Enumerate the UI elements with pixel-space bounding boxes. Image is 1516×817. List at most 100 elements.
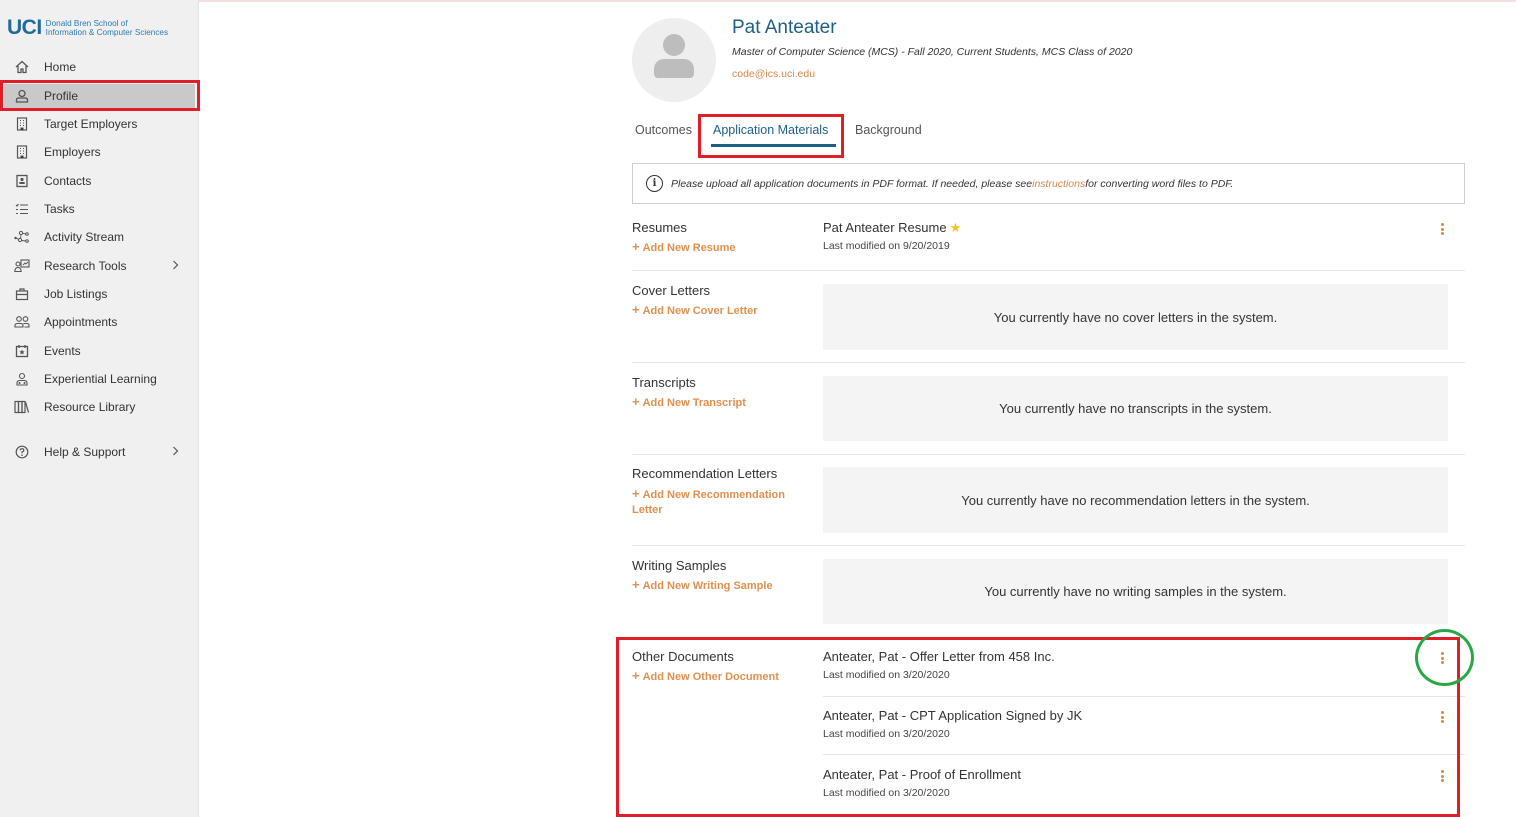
logo-line-2: Information & Computer Sciences [45,28,169,37]
star-icon: ★ [949,220,962,235]
highlight-other-documents [616,637,1460,817]
sidebar-item-label: Tasks [44,202,75,216]
sidebar-item-label: Profile [44,89,79,103]
sidebar-item-label: Research Tools [44,259,127,273]
sidebar-item-label: Help & Support [44,445,126,459]
sidebar-item-home[interactable]: Home [4,55,195,79]
people-icon [13,313,31,331]
add-new-recommendation-letter-button[interactable]: + Add New Recommendation Letter [632,486,802,518]
document-more-options-icon[interactable] [1437,769,1447,783]
document-title[interactable]: Anteater, Pat - Proof of Enrollment [823,767,1021,782]
plus-icon: + [632,577,640,592]
sidebar-item-employers[interactable]: Employers [4,140,195,164]
section-divider [632,270,1465,271]
transcripts-empty-state: You currently have no transcripts in the… [823,376,1448,441]
books-icon [13,398,31,416]
section-title-other-documents: Other Documents [632,649,734,664]
help-icon [13,443,31,461]
section-divider [632,545,1465,546]
resume-title[interactable]: Pat Anteater Resume ★ [823,220,961,236]
sidebar-item-label: Target Employers [44,117,138,131]
sidebar-item-events[interactable]: Events [4,339,195,363]
add-new-resume-button[interactable]: + Add New Resume [632,239,807,256]
plus-icon: + [632,302,640,317]
notice-text-suffix: for converting word files to PDF. [1085,177,1234,190]
sidebar-item-label: Job Listings [44,287,108,301]
sidebar-item-label: Activity Stream [44,230,125,244]
resume-modified-date: Last modified on 9/20/2019 [823,240,950,252]
document-more-options-icon[interactable] [1437,710,1447,724]
add-new-cover-letter-button[interactable]: + Add New Cover Letter [632,302,807,319]
home-icon [13,58,31,76]
avatar-body-shape [654,59,694,78]
pdf-notice: i Please upload all application document… [632,163,1465,204]
instructions-link[interactable]: instructions [1032,178,1085,190]
avatar-head-shape [663,34,685,56]
tab-outcomes[interactable]: Outcomes [635,123,692,137]
building-icon [13,115,31,133]
avatar[interactable] [632,18,716,102]
plus-icon: + [632,668,640,683]
profile-name: Pat Anteater [732,17,837,38]
tab-background[interactable]: Background [855,123,922,137]
section-title-recommendation-letters: Recommendation Letters [632,466,778,481]
sidebar-item-profile[interactable]: Profile [4,84,195,108]
sidebar-item-appointments[interactable]: Appointments [4,310,195,334]
info-icon: i [646,175,663,192]
network-icon [13,228,31,246]
add-new-writing-sample-button[interactable]: + Add New Writing Sample [632,577,807,594]
sidebar-item-help-support[interactable]: Help & Support [4,440,195,464]
school-logo[interactable]: UCI Donald Bren School of Information & … [7,16,168,40]
notice-text-prefix: Please upload all application documents … [671,177,1033,190]
section-title-transcripts: Transcripts [632,375,696,390]
resume-title-text: Pat Anteater Resume [823,220,947,235]
add-label: Add New Cover Letter [642,305,758,317]
cover-letters-empty-state: You currently have no cover letters in t… [823,284,1448,350]
sidebar-item-contacts[interactable]: Contacts [4,169,195,193]
add-label: Add New Resume [642,242,736,254]
writing-samples-empty-state: You currently have no writing samples in… [823,559,1448,624]
sidebar-item-label: Experiential Learning [44,372,157,386]
sidebar-item-target-employers[interactable]: Target Employers [4,112,195,136]
document-more-options-icon[interactable] [1437,651,1447,665]
sidebar-item-job-listings[interactable]: Job Listings [4,282,195,306]
document-title[interactable]: Anteater, Pat - CPT Application Signed b… [823,708,1082,723]
section-divider [632,454,1465,455]
sidebar-item-resource-library[interactable]: Resource Library [4,395,195,419]
sidebar-item-label: Home [44,60,77,74]
add-label: Add New Recommendation Letter [632,489,785,516]
add-new-other-document-button[interactable]: + Add New Other Document [632,668,807,685]
calendar-star-icon [13,342,31,360]
briefcase-icon [13,285,31,303]
add-label: Add New Other Document [642,671,779,683]
chevron-right-icon [172,259,179,273]
top-border [0,0,1516,2]
section-title-resumes: Resumes [632,220,687,235]
sidebar-item-label: Events [44,344,81,358]
sidebar-item-tasks[interactable]: Tasks [4,197,195,221]
resume-more-options-icon[interactable] [1437,222,1447,236]
sidebar-item-activity-stream[interactable]: Activity Stream [4,225,195,249]
document-modified-date: Last modified on 3/20/2020 [823,787,950,799]
section-title-writing-samples: Writing Samples [632,558,727,573]
document-divider [823,696,1465,697]
document-title[interactable]: Anteater, Pat - Offer Letter from 458 In… [823,649,1055,664]
add-new-transcript-button[interactable]: + Add New Transcript [632,394,807,411]
document-modified-date: Last modified on 3/20/2020 [823,728,950,740]
contact-card-icon [13,172,31,190]
checklist-icon [13,200,31,218]
research-icon [13,257,31,275]
add-label: Add New Transcript [642,397,746,409]
section-title-cover-letters: Cover Letters [632,283,711,298]
tab-application-materials[interactable]: Application Materials [713,123,828,137]
sidebar-item-label: Employers [44,145,101,159]
plus-icon: + [632,394,640,409]
document-divider [823,754,1465,755]
plus-icon: + [632,239,640,254]
section-divider [632,362,1465,363]
sidebar-item-experiential-learning[interactable]: Experiential Learning [4,367,195,391]
logo-line-1: Donald Bren School of [45,19,128,28]
profile-email-link[interactable]: code@ics.uci.edu [732,68,815,80]
logo-school-name: Donald Bren School of Information & Comp… [46,19,168,37]
sidebar-item-research-tools[interactable]: Research Tools [4,254,195,278]
